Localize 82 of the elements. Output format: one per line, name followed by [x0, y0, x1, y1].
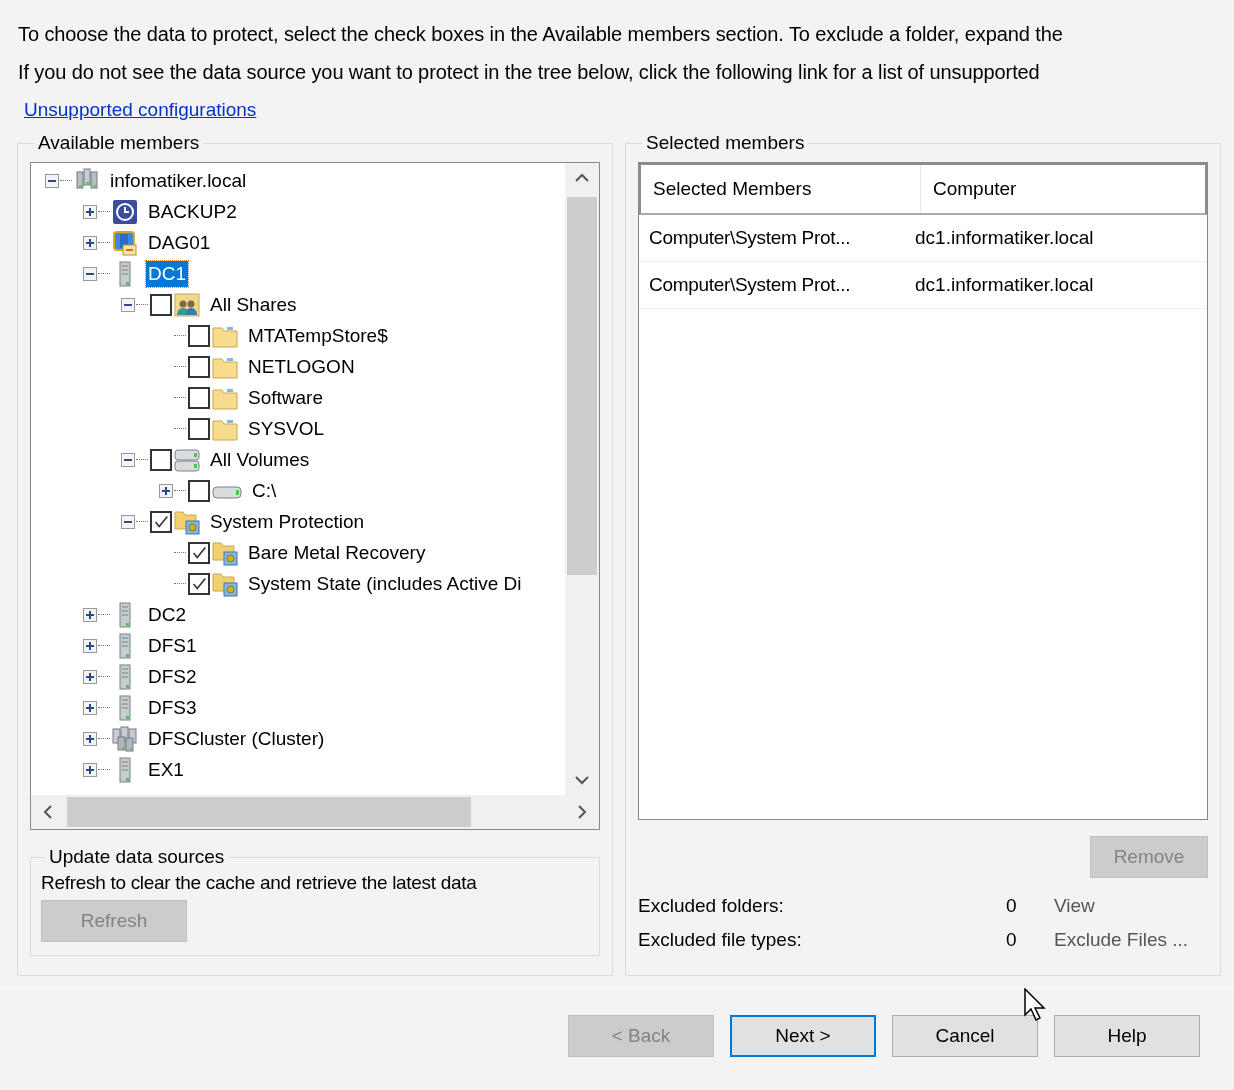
tree-item[interactable]: EX1: [146, 756, 186, 783]
database-icon: [112, 229, 138, 256]
scroll-left-icon[interactable]: [43, 805, 53, 819]
checkbox[interactable]: [150, 510, 172, 533]
expand-toggle[interactable]: [83, 669, 97, 684]
protected-folder-icon: [212, 570, 238, 597]
help-button[interactable]: Help: [1054, 1015, 1200, 1057]
checkbox[interactable]: [188, 355, 210, 378]
collapse-toggle[interactable]: [83, 266, 97, 281]
tree-item[interactable]: DC2: [146, 601, 188, 628]
horizontal-scrollbar[interactable]: [31, 795, 599, 829]
instruction-text: If you do not see the data source you want to protect in the tree below, click the following link for a list of unsupported: [18, 60, 1040, 85]
scroll-right-icon[interactable]: [577, 805, 587, 819]
server-cluster-icon: [112, 725, 138, 752]
expand-toggle[interactable]: [83, 638, 97, 653]
column-header[interactable]: Computer: [921, 165, 1205, 213]
table-cell-text: Computer\System Prot...: [648, 227, 852, 249]
field-label: Excluded file types:: [638, 928, 803, 952]
table-cell-text: Computer\System Prot...: [648, 274, 852, 296]
tree-item[interactable]: Software: [246, 384, 325, 411]
expand-toggle[interactable]: [83, 204, 97, 219]
disk-stack-icon: [174, 446, 200, 473]
next-button[interactable]: Next >: [730, 1015, 876, 1057]
checkbox[interactable]: [188, 479, 210, 502]
unsupported-configurations-link[interactable]: Unsupported configurations: [24, 96, 257, 124]
column-header[interactable]: Selected Members: [641, 165, 921, 213]
clock-icon: [112, 198, 138, 225]
instruction-text: To choose the data to protect, select the check boxes in the Available members section. To exclude a folder, expand the: [18, 22, 1063, 47]
expand-toggle[interactable]: [83, 731, 97, 746]
table-cell: dc1.informatiker.local: [915, 227, 1094, 249]
checkbox[interactable]: [188, 572, 210, 595]
tree-item[interactable]: infomatiker.local: [108, 167, 249, 194]
tree-item[interactable]: BACKUP2: [146, 198, 239, 225]
tree-item[interactable]: All Volumes: [208, 446, 312, 473]
expand-toggle[interactable]: [83, 762, 97, 777]
tree-item[interactable]: All Shares: [208, 291, 299, 318]
expand-toggle[interactable]: [159, 483, 173, 498]
scroll-down-icon[interactable]: [575, 775, 589, 785]
scroll-up-icon[interactable]: [575, 173, 589, 183]
protected-folder-icon: [212, 539, 238, 566]
collapse-toggle[interactable]: [45, 173, 59, 188]
group-title: Available members: [37, 132, 201, 154]
table-cell: dc1.informatiker.local: [915, 274, 1094, 296]
group-title: Update data sources: [48, 846, 226, 868]
checkbox[interactable]: [188, 541, 210, 564]
tree-item[interactable]: DFS3: [146, 694, 199, 721]
collapse-toggle[interactable]: [121, 452, 135, 467]
expand-toggle[interactable]: [83, 235, 97, 250]
group-title: Selected members: [645, 132, 806, 154]
vertical-scrollbar[interactable]: [565, 163, 599, 795]
tree-item[interactable]: System Protection: [208, 508, 367, 535]
expand-toggle[interactable]: [83, 700, 97, 715]
scrollbar-thumb[interactable]: [67, 797, 471, 827]
tree-item[interactable]: NETLOGON: [246, 353, 357, 380]
tree-item[interactable]: DAG01: [146, 229, 213, 256]
shared-folder-icon: [174, 291, 200, 318]
count-value: 0: [1006, 894, 1018, 918]
tree-item[interactable]: MTATempStore$: [246, 322, 390, 349]
checkbox[interactable]: [150, 293, 172, 316]
expand-toggle[interactable]: [83, 607, 97, 622]
scrollbar-thumb[interactable]: [567, 197, 597, 575]
checkbox[interactable]: [150, 448, 172, 471]
checkbox[interactable]: [188, 324, 210, 347]
collapse-toggle[interactable]: [121, 297, 135, 312]
protected-folder-icon: [174, 508, 200, 535]
tree-item[interactable]: Bare Metal Recovery: [246, 539, 428, 566]
tree-item[interactable]: C:\: [250, 477, 279, 504]
description-text: Refresh to clear the cache and retrieve the latest data: [41, 872, 478, 894]
tree-item[interactable]: SYSVOL: [246, 415, 327, 442]
checkbox[interactable]: [188, 386, 210, 409]
field-label: Excluded folders:: [638, 894, 785, 918]
action-link[interactable]: View: [1054, 892, 1208, 920]
count-value: 0: [1006, 928, 1018, 952]
tree-item[interactable]: DFS1: [146, 632, 199, 659]
tree-item[interactable]: System State (includes Active Di: [246, 570, 524, 597]
collapse-toggle[interactable]: [121, 514, 135, 529]
checkbox[interactable]: [188, 417, 210, 440]
cancel-button[interactable]: Cancel: [892, 1015, 1038, 1057]
tree-item[interactable]: DFS2: [146, 663, 199, 690]
tree-item[interactable]: DC1: [146, 260, 188, 287]
action-link[interactable]: Exclude Files ...: [1054, 926, 1208, 954]
tree-item[interactable]: DFSCluster (Cluster): [146, 725, 327, 752]
